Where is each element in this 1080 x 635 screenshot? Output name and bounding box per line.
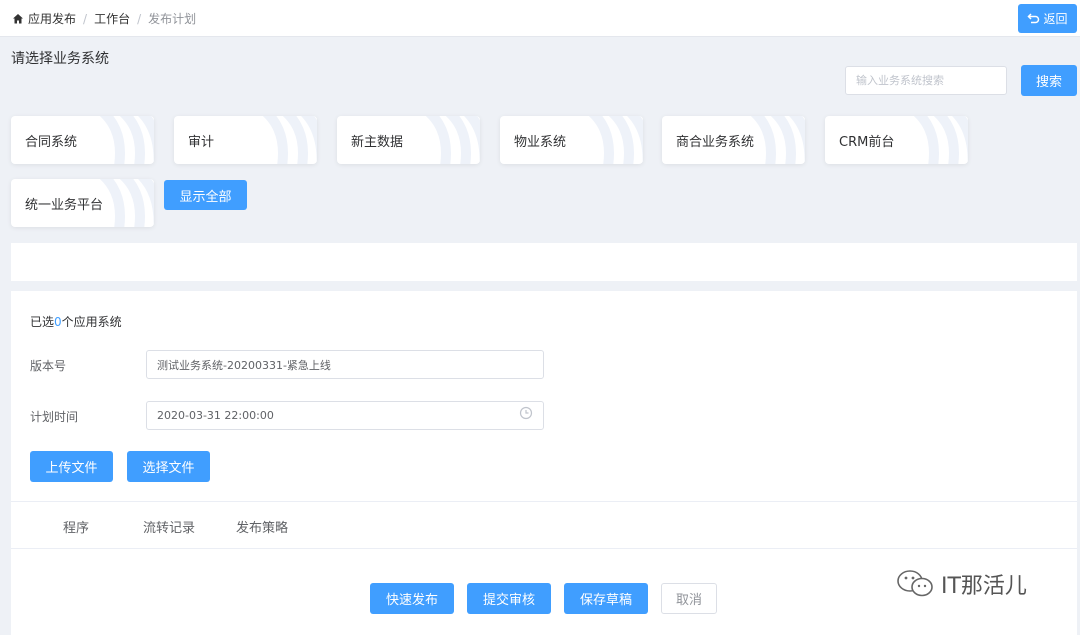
selected-count-text: 已选0个应用系统 <box>30 313 122 330</box>
back-button-label: 返回 <box>1043 12 1068 26</box>
breadcrumb-separator: / <box>137 11 142 26</box>
upload-file-button[interactable]: 上传文件 <box>30 451 113 482</box>
tab-program[interactable]: 程序 <box>63 517 89 536</box>
system-card-crm[interactable]: CRM前台 <box>825 116 968 164</box>
breadcrumb: 应用发布 / 工作台 / 发布计划 <box>12 10 196 27</box>
card-wave-decoration <box>262 116 317 164</box>
system-card-commercial[interactable]: 商合业务系统 <box>662 116 805 164</box>
system-card-property[interactable]: 物业系统 <box>500 116 643 164</box>
quick-publish-button[interactable]: 快速发布 <box>370 583 454 614</box>
save-draft-button[interactable]: 保存草稿 <box>564 583 648 614</box>
breadcrumb-separator: / <box>83 11 88 26</box>
choose-file-button[interactable]: 选择文件 <box>127 451 210 482</box>
system-card-contract[interactable]: 合同系统 <box>11 116 154 164</box>
system-card-master-data[interactable]: 新主数据 <box>337 116 480 164</box>
top-bar: 应用发布 / 工作台 / 发布计划 返回 <box>0 0 1080 37</box>
system-card-label: 新主数据 <box>351 134 404 150</box>
undo-icon <box>1027 13 1040 24</box>
home-icon <box>13 13 23 23</box>
selected-suffix: 个应用系统 <box>61 315 122 329</box>
empty-strip <box>11 243 1077 281</box>
tab-release-strategy[interactable]: 发布策略 <box>236 517 288 536</box>
wechat-icon <box>897 570 933 597</box>
system-card-label: 物业系统 <box>514 134 567 150</box>
cancel-button[interactable]: 取消 <box>661 583 717 614</box>
plan-time-label: 计划时间 <box>30 410 79 424</box>
search-button[interactable]: 搜索 <box>1021 65 1077 96</box>
card-wave-decoration <box>588 116 643 164</box>
system-card-label: 统一业务平台 <box>25 197 104 213</box>
tab-flow-records[interactable]: 流转记录 <box>143 517 195 536</box>
system-card-label: 合同系统 <box>25 134 78 150</box>
business-system-search-input[interactable] <box>845 66 1007 95</box>
tabs-divider-bottom <box>11 548 1077 549</box>
watermark-text: IT那活儿 <box>941 574 1027 599</box>
card-wave-decoration <box>425 116 480 164</box>
version-label: 版本号 <box>30 359 67 373</box>
system-card-unified-platform[interactable]: 统一业务平台 <box>11 179 154 227</box>
card-wave-decoration <box>99 116 154 164</box>
business-system-title: 请选择业务系统 <box>11 51 109 67</box>
version-input[interactable] <box>146 350 544 379</box>
watermark: IT那活儿 <box>895 568 1027 600</box>
system-card-label: CRM前台 <box>839 134 895 150</box>
back-button[interactable]: 返回 <box>1018 4 1077 33</box>
breadcrumb-item-app-release[interactable]: 应用发布 <box>28 10 76 27</box>
submit-review-button[interactable]: 提交审核 <box>467 583 551 614</box>
system-card-label: 商合业务系统 <box>676 134 755 150</box>
breadcrumb-item-release-plan: 发布计划 <box>148 12 197 26</box>
clock-icon <box>519 406 533 420</box>
system-card-audit[interactable]: 审计 <box>174 116 317 164</box>
selected-count-number: 0 <box>54 315 62 329</box>
system-card-label: 审计 <box>188 134 215 150</box>
card-wave-decoration <box>913 116 968 164</box>
breadcrumb-item-workbench[interactable]: 工作台 <box>94 10 130 27</box>
tabs-divider-top <box>11 501 1077 502</box>
plan-time-input[interactable] <box>146 401 544 430</box>
selected-prefix: 已选 <box>30 315 55 329</box>
show-all-button[interactable]: 显示全部 <box>164 180 247 210</box>
